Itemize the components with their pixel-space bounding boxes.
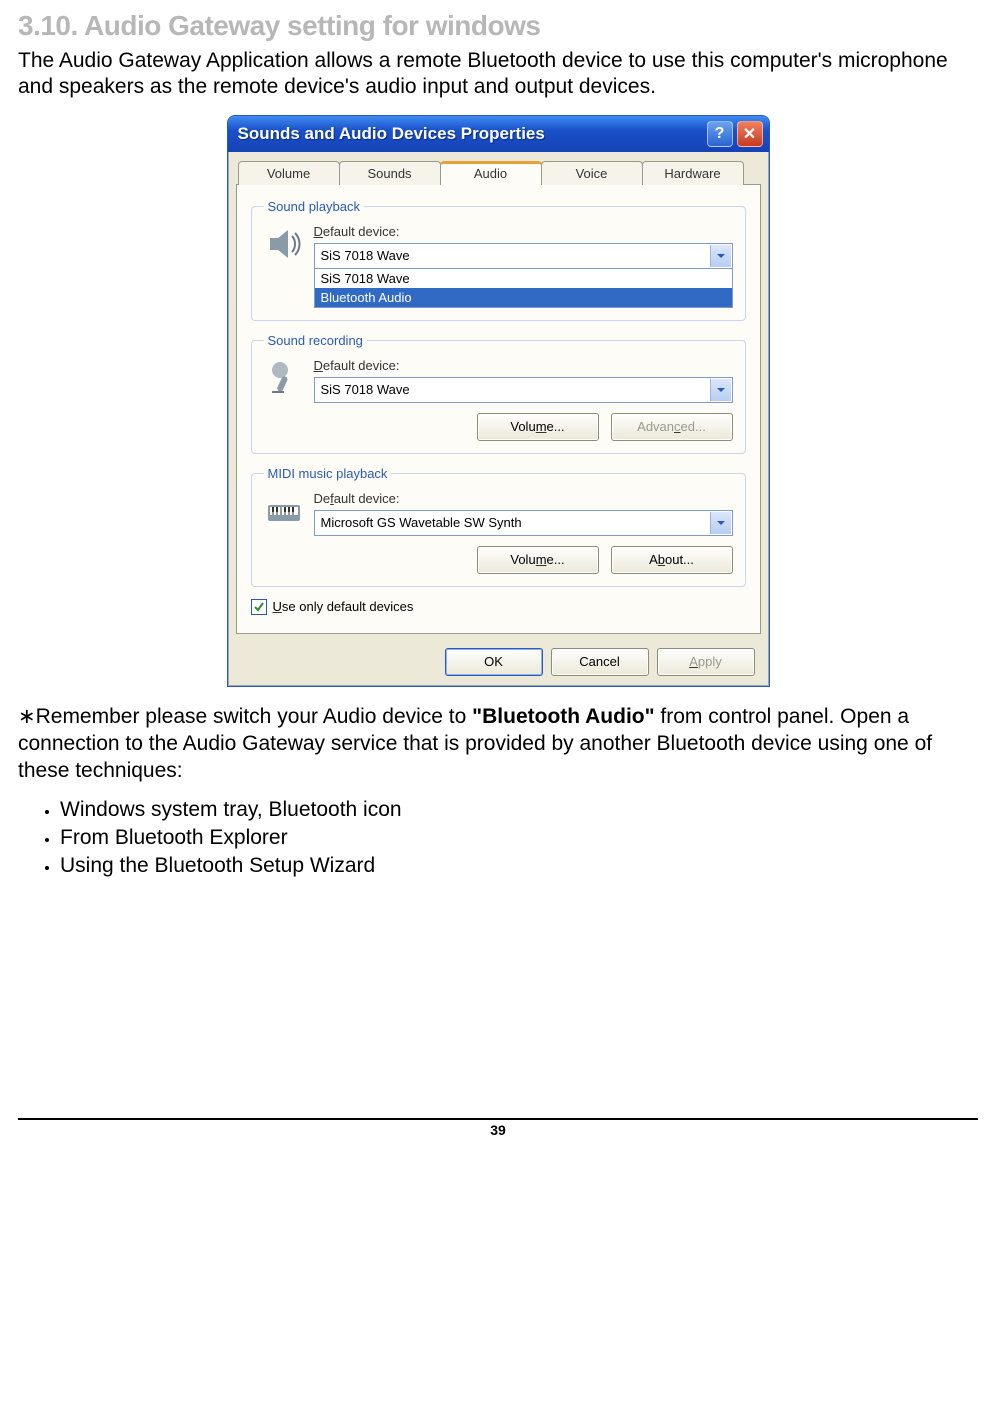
- label-midi-default: Default device:: [314, 491, 733, 506]
- tab-audio[interactable]: Audio: [440, 161, 542, 185]
- tab-sounds[interactable]: Sounds: [339, 161, 441, 185]
- checkbox-icon: [251, 599, 267, 615]
- chevron-down-icon[interactable]: [710, 245, 731, 267]
- tab-voice[interactable]: Voice: [541, 161, 643, 185]
- legend-midi-playback: MIDI music playback: [264, 466, 392, 481]
- tab-panel-audio: Sound playback Default device: SiS 7018 …: [236, 184, 761, 634]
- combo-playback-dropdown[interactable]: SiS 7018 Wave Bluetooth Audio: [314, 269, 733, 308]
- help-icon: ?: [715, 125, 725, 143]
- combo-midi-device[interactable]: Microsoft GS Wavetable SW Synth: [314, 510, 733, 536]
- combo-playback-device[interactable]: SiS 7018 Wave: [314, 243, 733, 269]
- window-title: Sounds and Audio Devices Properties: [238, 124, 545, 144]
- midi-icon: [264, 491, 304, 531]
- ok-button[interactable]: OK: [445, 648, 543, 676]
- note-paragraph: ∗Remember please switch your Audio devic…: [18, 703, 978, 785]
- list-item: From Bluetooth Explorer: [60, 826, 978, 850]
- speaker-icon: [264, 224, 304, 264]
- close-icon: ✕: [743, 124, 756, 144]
- combo-playback-value: SiS 7018 Wave: [321, 248, 410, 263]
- close-button[interactable]: ✕: [737, 121, 763, 147]
- list-item: Using the Bluetooth Setup Wizard: [60, 854, 978, 878]
- recording-volume-button[interactable]: Volume...: [477, 413, 599, 441]
- techniques-list: Windows system tray, Bluetooth icon From…: [36, 798, 978, 878]
- cancel-button[interactable]: Cancel: [551, 648, 649, 676]
- recording-advanced-button: Advanced...: [611, 413, 733, 441]
- intro-paragraph: The Audio Gateway Application allows a r…: [18, 48, 978, 101]
- page-number: 39: [18, 1122, 978, 1138]
- group-sound-recording: Sound recording Default device: SiS 7018…: [251, 333, 746, 454]
- chevron-down-icon[interactable]: [710, 379, 731, 401]
- group-sound-playback: Sound playback Default device: SiS 7018 …: [251, 199, 746, 321]
- section-heading: 3.10. Audio Gateway setting for windows: [18, 10, 978, 42]
- apply-button: Apply: [657, 648, 755, 676]
- microphone-icon: [264, 358, 304, 398]
- label-playback-default: Default device:: [314, 224, 733, 239]
- use-only-default-checkbox[interactable]: Use only default devices: [251, 599, 746, 615]
- label-recording-default: Default device:: [314, 358, 733, 373]
- combo-recording-device[interactable]: SiS 7018 Wave: [314, 377, 733, 403]
- footer-rule: [18, 1118, 978, 1120]
- help-button[interactable]: ?: [707, 121, 733, 147]
- midi-volume-button[interactable]: Volume...: [477, 546, 599, 574]
- group-midi-playback: MIDI music playback Default device: Micr…: [251, 466, 746, 587]
- properties-dialog: Sounds and Audio Devices Properties ? ✕ …: [227, 115, 770, 687]
- option-playback-sis[interactable]: SiS 7018 Wave: [315, 269, 732, 288]
- tab-strip: Volume Sounds Audio Voice Hardware: [234, 160, 763, 184]
- combo-recording-value: SiS 7018 Wave: [321, 382, 410, 397]
- chevron-down-icon[interactable]: [710, 512, 731, 534]
- tab-hardware[interactable]: Hardware: [642, 161, 744, 185]
- combo-midi-value: Microsoft GS Wavetable SW Synth: [321, 515, 522, 530]
- tab-volume[interactable]: Volume: [238, 161, 340, 185]
- option-playback-bluetooth[interactable]: Bluetooth Audio: [315, 288, 732, 307]
- dialog-button-row: OK Cancel Apply: [234, 644, 763, 676]
- legend-sound-recording: Sound recording: [264, 333, 367, 348]
- legend-sound-playback: Sound playback: [264, 199, 365, 214]
- use-only-default-label: Use only default devices: [273, 599, 414, 614]
- list-item: Windows system tray, Bluetooth icon: [60, 798, 978, 822]
- midi-about-button[interactable]: About...: [611, 546, 733, 574]
- titlebar[interactable]: Sounds and Audio Devices Properties ? ✕: [228, 116, 769, 152]
